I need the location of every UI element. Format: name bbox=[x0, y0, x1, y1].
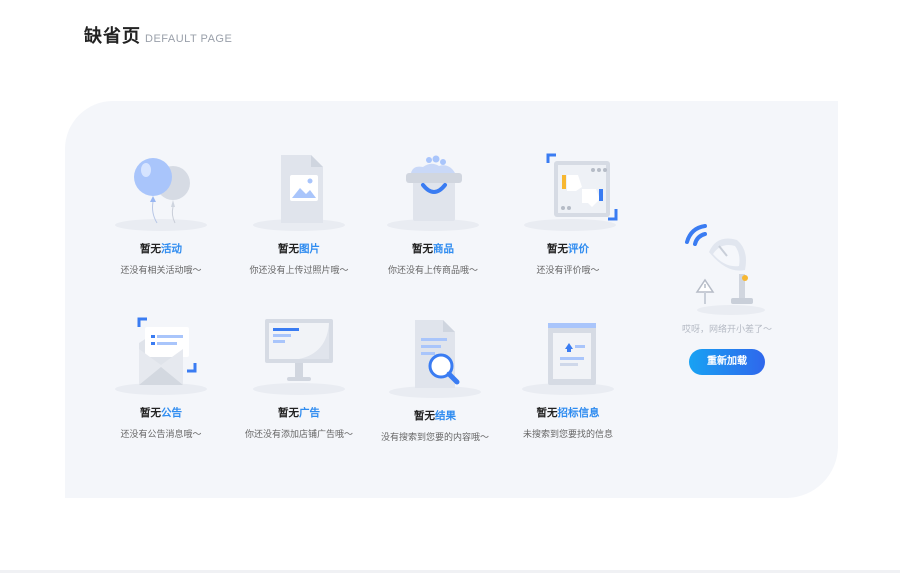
reload-button[interactable]: 重新加载 bbox=[689, 349, 765, 375]
empty-state-result: 暂无结果 没有搜索到您要的内容哦～ bbox=[360, 318, 510, 443]
card-caption: 暂无广告 bbox=[278, 407, 320, 419]
network-error-message: 哎呀，网络开小差了～ bbox=[681, 325, 772, 335]
card-caption: 暂无招标信息 bbox=[536, 407, 600, 419]
shopping-basket-icon bbox=[373, 151, 493, 235]
network-error-state: 哎呀，网络开小差了～ 重新加载 bbox=[665, 218, 789, 375]
balloon-icon bbox=[101, 151, 221, 235]
page-subtitle: DEFAULT PAGE bbox=[145, 33, 233, 45]
card-caption: 暂无活动 bbox=[140, 243, 182, 255]
monitor-icon bbox=[239, 315, 359, 399]
search-document-icon bbox=[375, 318, 495, 402]
envelope-icon bbox=[101, 315, 221, 399]
card-description: 还没有相关活动哦～ bbox=[120, 266, 202, 276]
empty-state-goods: 暂无商品 你还没有上传商品哦～ bbox=[358, 151, 508, 276]
empty-state-review: 暂无评价 还没有评价哦～ bbox=[493, 151, 643, 276]
page-header: 缺省页 DEFAULT PAGE bbox=[84, 22, 232, 48]
image-file-icon bbox=[239, 151, 359, 235]
card-description: 未搜索到您要找的信息 bbox=[522, 430, 613, 440]
card-caption: 暂无图片 bbox=[278, 243, 320, 255]
card-caption: 暂无公告 bbox=[140, 407, 182, 419]
empty-state-image: 暂无图片 你还没有上传过照片哦～ bbox=[224, 151, 374, 276]
card-description: 你还没有上传商品哦～ bbox=[387, 266, 478, 276]
card-description: 没有搜索到您要的内容哦～ bbox=[380, 433, 489, 443]
satellite-dish-icon bbox=[665, 218, 789, 318]
page-title: 缺省页 bbox=[84, 26, 141, 47]
card-description: 你还没有上传过照片哦～ bbox=[249, 266, 349, 276]
card-caption: 暂无结果 bbox=[414, 410, 456, 422]
bidding-board-icon bbox=[508, 315, 628, 399]
empty-state-activity: 暂无活动 还没有相关活动哦～ bbox=[86, 151, 236, 276]
card-caption: 暂无商品 bbox=[412, 243, 454, 255]
card-description: 你还没有添加店铺广告哦～ bbox=[244, 430, 353, 440]
empty-state-bid: 暂无招标信息 未搜索到您要找的信息 bbox=[493, 315, 643, 440]
card-description: 还没有评价哦～ bbox=[536, 266, 600, 276]
empty-state-ad: 暂无广告 你还没有添加店铺广告哦～ bbox=[224, 315, 374, 440]
card-caption: 暂无评价 bbox=[547, 243, 589, 255]
card-description: 还没有公告消息哦～ bbox=[120, 430, 202, 440]
thumbs-review-icon bbox=[508, 151, 628, 235]
empty-state-notice: 暂无公告 还没有公告消息哦～ bbox=[86, 315, 236, 440]
